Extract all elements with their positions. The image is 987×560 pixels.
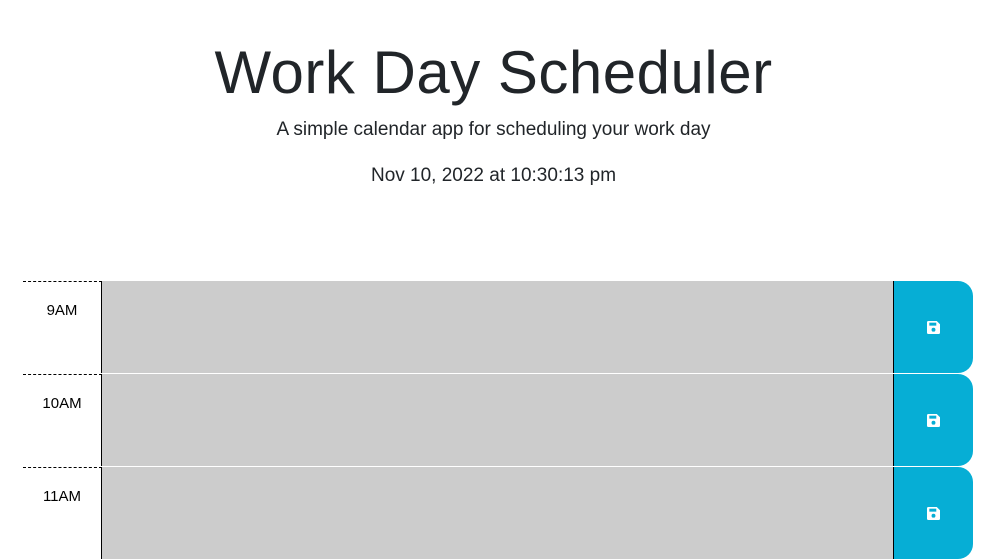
save-button[interactable] bbox=[894, 374, 973, 466]
time-block-11am: 11AM bbox=[23, 467, 973, 559]
page-subtitle: A simple calendar app for scheduling you… bbox=[276, 119, 711, 140]
save-button[interactable] bbox=[894, 467, 973, 559]
save-button[interactable] bbox=[894, 281, 973, 373]
event-description-input[interactable] bbox=[102, 467, 894, 559]
floppy-disk-icon bbox=[927, 320, 940, 334]
event-description-input[interactable] bbox=[102, 374, 894, 466]
time-block-10am: 10AM bbox=[23, 374, 973, 466]
event-description-input[interactable] bbox=[102, 281, 894, 373]
floppy-disk-icon bbox=[927, 506, 940, 520]
current-day: Nov 10, 2022 at 10:30:13 pm bbox=[370, 165, 617, 186]
schedule-container: 9AM 10AM 11AM bbox=[23, 281, 973, 560]
floppy-disk-icon bbox=[927, 413, 940, 427]
time-block-9am: 9AM bbox=[23, 281, 973, 373]
page-title: Work Day Scheduler bbox=[214, 39, 773, 106]
hour-label: 11AM bbox=[23, 467, 102, 559]
hour-label: 10AM bbox=[23, 374, 102, 466]
hour-label: 9AM bbox=[23, 281, 102, 373]
